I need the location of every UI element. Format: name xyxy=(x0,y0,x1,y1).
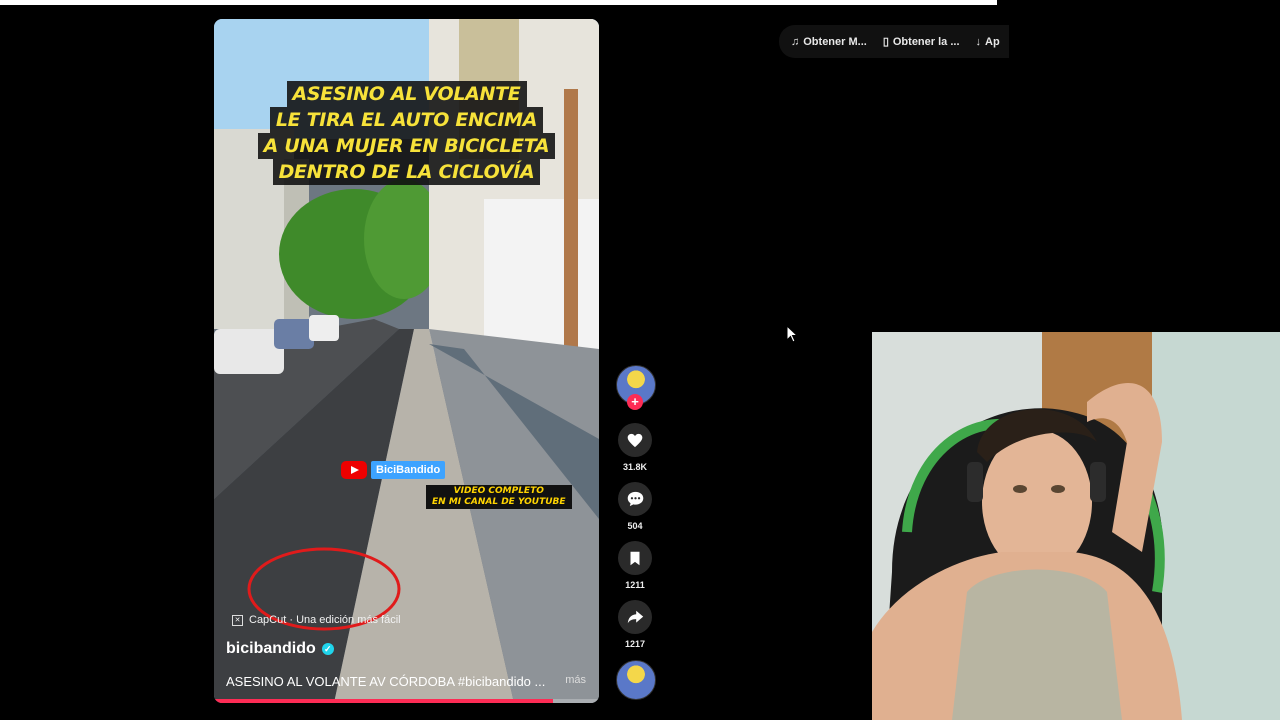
browser-top-strip xyxy=(0,0,997,5)
video-caption: ASESINO AL VOLANTE AV CÓRDOBA #bicibandi… xyxy=(226,674,586,689)
music-icon: ♫ xyxy=(791,35,800,48)
toolbar-item3-label: Ap xyxy=(985,35,1000,48)
youtube-promo: VIDEO COMPLETO EN MI CANAL DE YOUTUBE xyxy=(426,485,572,509)
download-icon: ↓ xyxy=(975,35,982,48)
phone-icon: ▯ xyxy=(882,36,889,48)
webcam-feed xyxy=(872,332,1280,720)
caption-text: ASESINO AL VOLANTE AV CÓRDOBA #bicibandi… xyxy=(226,674,546,689)
get-music-button[interactable]: ♫ Obtener M... xyxy=(791,36,867,48)
heart-icon xyxy=(627,433,643,447)
webcam-overlay xyxy=(872,332,1280,720)
like-count: 31.8K xyxy=(622,462,648,472)
video-player[interactable]: ASESINO AL VOLANTE LE TIRA EL AUTO ENCIM… xyxy=(214,19,599,703)
youtube-icon xyxy=(341,461,367,479)
capcut-label: CapCut · Una edición más fácil xyxy=(249,614,401,626)
comment-count: 504 xyxy=(627,521,643,531)
get-app-button[interactable]: ▯ Obtener la ... xyxy=(882,35,960,49)
headline-line: A UNA MUJER EN BICICLETA xyxy=(257,133,556,159)
save-button[interactable]: 1211 xyxy=(617,541,653,590)
comment-button[interactable]: 504 xyxy=(617,482,653,531)
save-count: 1211 xyxy=(625,580,645,590)
capcut-link[interactable]: ✕ CapCut · Una edición más fácil xyxy=(232,614,401,626)
headline-line: ASESINO AL VOLANTE xyxy=(286,81,527,107)
follow-button[interactable]: + xyxy=(627,394,643,410)
bookmark-icon xyxy=(630,551,640,565)
toolbar-item1-label: Obtener M... xyxy=(803,35,867,48)
share-count: 1217 xyxy=(624,639,646,649)
promo-line: VIDEO COMPLETO xyxy=(453,486,544,496)
mouse-cursor-icon xyxy=(786,325,798,343)
more-button[interactable]: más xyxy=(565,674,586,689)
top-right-toolbar: ♫ Obtener M... ▯ Obtener la ... ↓ Ap xyxy=(779,25,1009,58)
download-app-button[interactable]: ↓ Ap xyxy=(976,36,1000,48)
username-text: bicibandido xyxy=(226,640,316,657)
video-headline: ASESINO AL VOLANTE LE TIRA EL AUTO ENCIM… xyxy=(214,81,599,185)
music-disc-avatar[interactable] xyxy=(616,660,656,700)
verified-icon: ✓ xyxy=(321,643,334,655)
youtube-channel-badge: BiciBandido xyxy=(341,460,446,480)
share-icon xyxy=(627,610,643,624)
capcut-icon: ✕ xyxy=(232,614,243,626)
author-username[interactable]: bicibandido ✓ xyxy=(226,640,334,658)
like-button[interactable]: 31.8K xyxy=(617,423,653,472)
progress-fill xyxy=(214,699,553,703)
video-progress-bar[interactable] xyxy=(214,699,599,703)
share-button[interactable]: 1217 xyxy=(617,600,653,649)
promo-line: EN MI CANAL DE YOUTUBE xyxy=(432,497,566,507)
comment-icon xyxy=(627,491,643,507)
toolbar-item2-label: Obtener la ... xyxy=(892,35,960,48)
youtube-channel-name: BiciBandido xyxy=(371,461,446,479)
headline-line: LE TIRA EL AUTO ENCIMA xyxy=(269,107,544,133)
headline-line: DENTRO DE LA CICLOVÍA xyxy=(272,159,541,185)
